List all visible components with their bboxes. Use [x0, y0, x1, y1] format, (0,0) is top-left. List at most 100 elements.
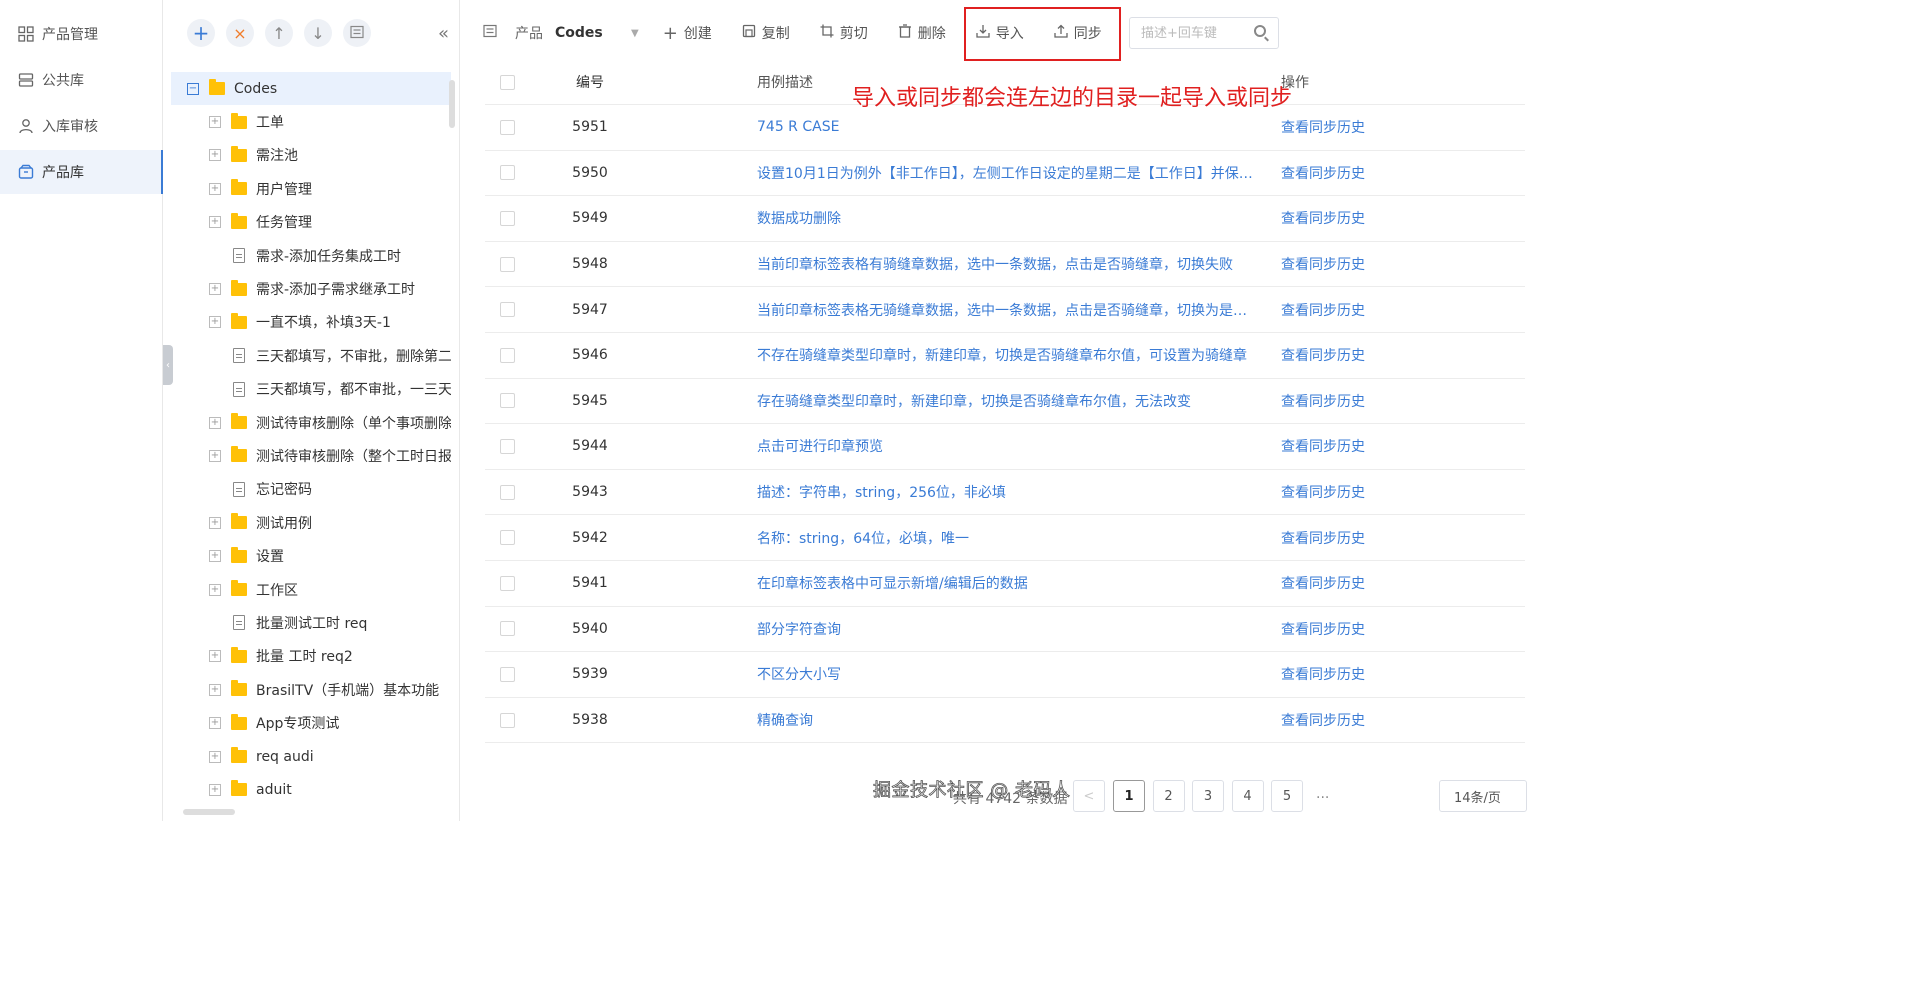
- tree-node[interactable]: + App专项测试: [171, 706, 451, 739]
- tree-root-node[interactable]: − Codes: [171, 72, 451, 106]
- list-view-button[interactable]: [343, 19, 371, 47]
- tree-node[interactable]: + 工单: [171, 105, 451, 138]
- cut-button[interactable]: 剪切: [820, 23, 868, 43]
- copy-button[interactable]: 复制: [742, 23, 790, 43]
- row-checkbox[interactable]: [500, 484, 515, 500]
- nav-item-product-library[interactable]: 产品库: [0, 150, 163, 194]
- expand-toggle-icon[interactable]: +: [209, 750, 221, 763]
- expand-toggle-icon[interactable]: +: [209, 683, 221, 696]
- add-node-button[interactable]: +: [187, 19, 215, 47]
- view-sync-history-link[interactable]: 查看同步历史: [1255, 391, 1365, 411]
- view-sync-history-link[interactable]: 查看同步历史: [1255, 163, 1365, 183]
- view-sync-history-link[interactable]: 查看同步历史: [1255, 619, 1365, 639]
- tree-node[interactable]: 需求-添加任务集成工时: [171, 239, 451, 272]
- panel-resize-handle[interactable]: ‹: [163, 345, 173, 385]
- collapse-toggle-icon[interactable]: −: [187, 82, 199, 95]
- tree-node[interactable]: + 任务管理: [171, 206, 451, 239]
- row-checkbox[interactable]: [500, 165, 515, 181]
- expand-toggle-icon[interactable]: +: [209, 182, 221, 195]
- nav-item-storage-review[interactable]: 入库审核: [0, 104, 162, 148]
- expand-toggle-icon[interactable]: +: [209, 216, 221, 229]
- expand-toggle-icon[interactable]: +: [209, 316, 221, 329]
- tree-node[interactable]: + 一直不填，补填3天-1: [171, 306, 451, 339]
- row-checkbox[interactable]: [500, 666, 515, 682]
- expand-toggle-icon[interactable]: +: [209, 717, 221, 730]
- view-sync-history-link[interactable]: 查看同步历史: [1255, 482, 1365, 502]
- row-checkbox[interactable]: [500, 119, 515, 135]
- view-sync-history-link[interactable]: 查看同步历史: [1255, 436, 1365, 456]
- tree-node[interactable]: + BrasilTV（手机端）基本功能: [171, 673, 451, 706]
- view-sync-history-link[interactable]: 查看同步历史: [1255, 300, 1365, 320]
- row-checkbox[interactable]: [500, 575, 515, 591]
- case-description-link[interactable]: 部分字符查询: [665, 619, 1255, 639]
- case-description-link[interactable]: 数据成功删除: [665, 208, 1255, 228]
- product-select[interactable]: Codes: [555, 25, 631, 41]
- row-checkbox[interactable]: [500, 256, 515, 272]
- create-button[interactable]: + 创建: [663, 23, 712, 44]
- expand-toggle-icon[interactable]: +: [209, 650, 221, 663]
- search-input[interactable]: [1141, 25, 1251, 41]
- row-checkbox[interactable]: [500, 621, 515, 637]
- page-button[interactable]: 5: [1271, 780, 1303, 812]
- tree-node[interactable]: + 用户管理: [171, 172, 451, 205]
- tree-node[interactable]: + req audi: [171, 740, 451, 773]
- case-description-link[interactable]: 点击可进行印章预览: [665, 436, 1255, 456]
- view-sync-history-link[interactable]: 查看同步历史: [1255, 254, 1365, 274]
- page-button[interactable]: 3: [1192, 780, 1224, 812]
- case-description-link[interactable]: 当前印章标签表格无骑缝章数据，选中一条数据，点击是否骑缝章，切换为是骑缝章，预览…: [665, 300, 1255, 320]
- case-description-link[interactable]: 不存在骑缝章类型印章时，新建印章，切换是否骑缝章布尔值，可设置为骑缝章: [665, 345, 1255, 365]
- tree-node[interactable]: + 测试待审核删除（整个工时日报: [171, 439, 451, 472]
- nav-item-product-management[interactable]: 产品管理: [0, 12, 162, 56]
- page-button[interactable]: 2: [1152, 780, 1185, 812]
- view-sync-history-link[interactable]: 查看同步历史: [1255, 117, 1365, 137]
- expand-toggle-icon[interactable]: +: [209, 516, 221, 529]
- case-description-link[interactable]: 不区分大小写: [665, 664, 1255, 684]
- case-description-link[interactable]: 精确查询: [665, 710, 1255, 730]
- tree-node[interactable]: + aduit: [171, 773, 451, 800]
- row-checkbox[interactable]: [500, 712, 515, 728]
- row-checkbox[interactable]: [500, 530, 515, 546]
- tree-node[interactable]: + 设置: [171, 539, 451, 572]
- remove-node-button[interactable]: ×: [226, 19, 254, 47]
- page-button[interactable]: 1: [1113, 780, 1145, 812]
- tree-horizontal-scrollbar[interactable]: [183, 809, 235, 815]
- tree-node[interactable]: + 工作区: [171, 573, 451, 606]
- expand-toggle-icon[interactable]: +: [209, 783, 221, 796]
- page-size-select[interactable]: 14条/页: [1439, 780, 1527, 812]
- expand-toggle-icon[interactable]: +: [209, 550, 221, 563]
- case-description-link[interactable]: 存在骑缝章类型印章时，新建印章，切换是否骑缝章布尔值，无法改变: [665, 391, 1255, 411]
- expand-toggle-icon[interactable]: +: [209, 449, 221, 462]
- expand-toggle-icon[interactable]: +: [209, 283, 221, 296]
- delete-button[interactable]: 删除: [898, 23, 946, 43]
- tree-node[interactable]: + 批量 工时 req2: [171, 640, 451, 673]
- case-description-link[interactable]: 名称：string，64位，必填，唯一: [665, 528, 1255, 548]
- expand-toggle-icon[interactable]: +: [209, 149, 221, 162]
- page-button[interactable]: 4: [1231, 780, 1264, 812]
- view-sync-history-link[interactable]: 查看同步历史: [1255, 345, 1365, 365]
- collapse-panel-icon[interactable]: «: [438, 23, 449, 44]
- tree-node[interactable]: + 需注池: [171, 139, 451, 172]
- row-checkbox[interactable]: [500, 393, 515, 409]
- view-sync-history-link[interactable]: 查看同步历史: [1255, 664, 1365, 684]
- case-description-link[interactable]: 设置10月1日为例外【非工作日】，左侧工作日设定的星期二是【工作日】并保存。然后…: [665, 163, 1255, 183]
- case-description-link[interactable]: 在印章标签表格中可显示新增/编辑后的数据: [665, 573, 1255, 593]
- nav-item-public-library[interactable]: 公共库: [0, 58, 162, 102]
- view-sync-history-link[interactable]: 查看同步历史: [1255, 710, 1365, 730]
- expand-toggle-icon[interactable]: +: [209, 416, 221, 429]
- caret-down-icon[interactable]: ▼: [631, 28, 639, 39]
- expand-toggle-icon[interactable]: +: [209, 583, 221, 596]
- tree-node[interactable]: 忘记密码: [171, 473, 451, 506]
- tree-node[interactable]: 三天都填写，不审批，删除第二: [171, 339, 451, 372]
- expand-toggle-icon[interactable]: +: [209, 116, 221, 129]
- row-checkbox[interactable]: [500, 302, 515, 318]
- move-down-button[interactable]: ↓: [304, 19, 332, 47]
- tree-node[interactable]: + 测试用例: [171, 506, 451, 539]
- search-icon[interactable]: [1254, 25, 1266, 37]
- view-sync-history-link[interactable]: 查看同步历史: [1255, 528, 1365, 548]
- case-description-link[interactable]: 描述：字符串，string，256位，非必填: [665, 482, 1255, 502]
- tree-node[interactable]: 批量测试工时 req: [171, 606, 451, 639]
- view-sync-history-link[interactable]: 查看同步历史: [1255, 208, 1365, 228]
- tree-node[interactable]: 三天都填写，都不审批，一三天: [171, 373, 451, 406]
- row-checkbox[interactable]: [500, 210, 515, 226]
- tree-node[interactable]: + 需求-添加子需求继承工时: [171, 272, 451, 305]
